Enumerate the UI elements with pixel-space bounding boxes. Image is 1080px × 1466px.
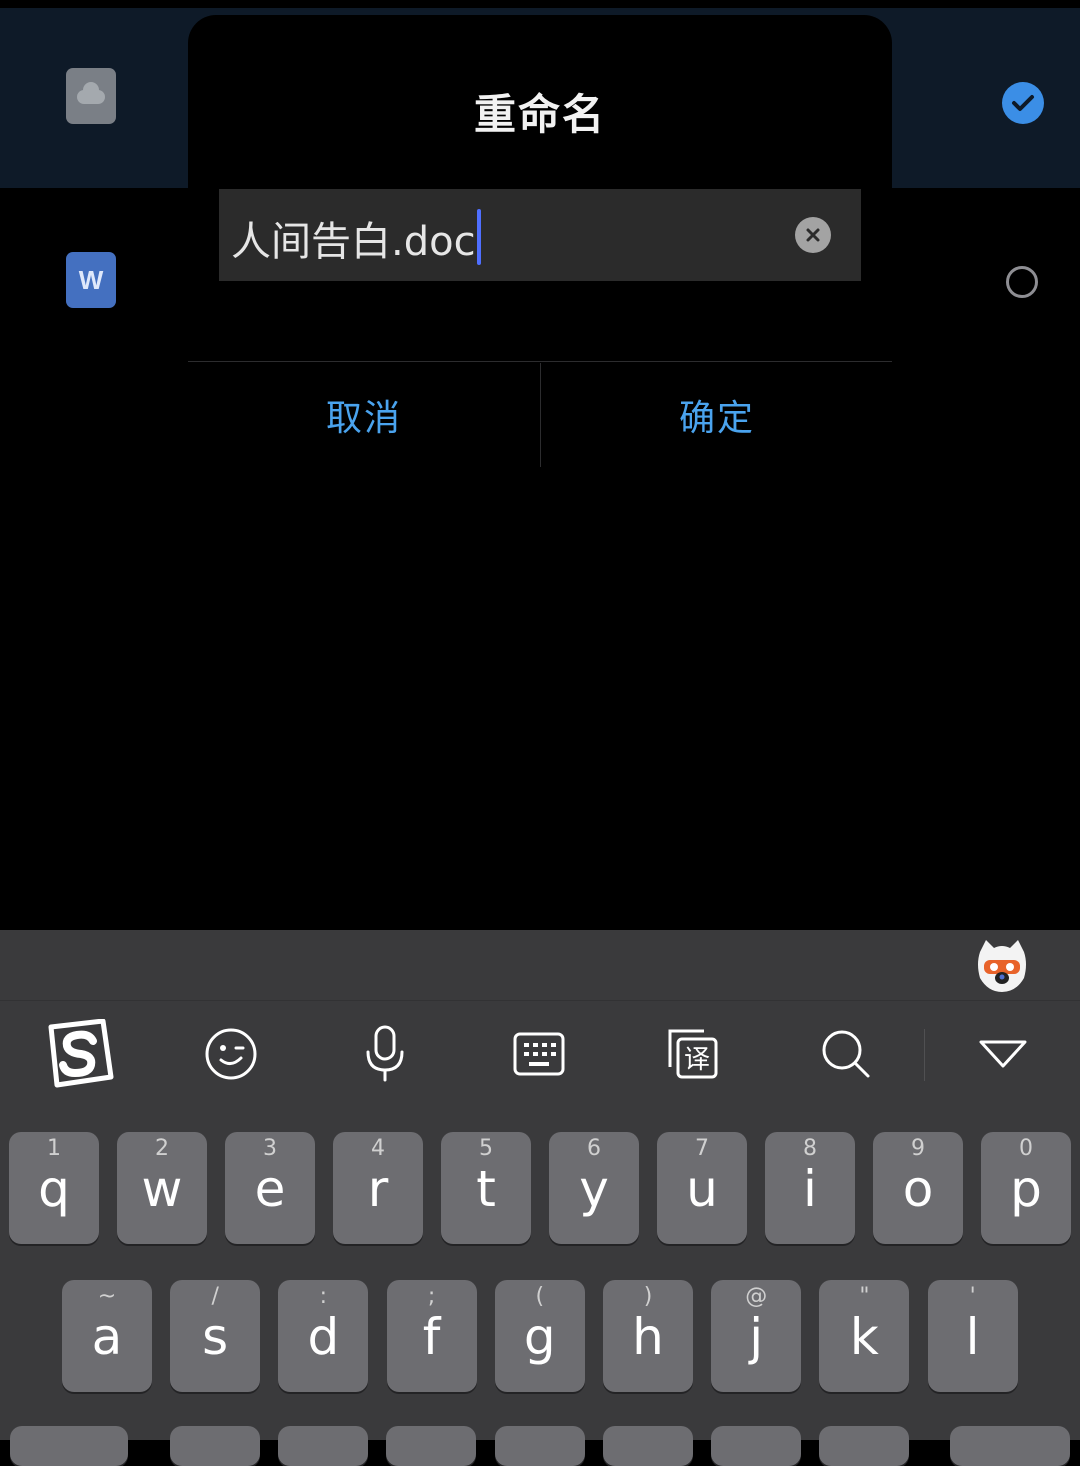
key-partial[interactable] [278, 1426, 368, 1466]
key-alt-label: 4 [371, 1136, 385, 1161]
translate-icon[interactable]: 译 [653, 1019, 733, 1089]
search-icon[interactable] [806, 1019, 886, 1089]
key-y[interactable]: 6y [549, 1132, 639, 1244]
filename-value[interactable]: 人间告白.doc [231, 209, 481, 267]
key-label: d [307, 1308, 340, 1366]
key-label: p [1010, 1160, 1042, 1218]
key-alt-label: 6 [587, 1136, 601, 1161]
translate-glyph: 译 [684, 1045, 710, 1075]
key-alt-label: ' [969, 1284, 976, 1309]
key-label: g [523, 1308, 556, 1366]
cloud-file-icon [66, 68, 116, 124]
confirm-button[interactable]: 确定 [541, 363, 893, 467]
key-a[interactable]: ~ a [62, 1280, 152, 1392]
key-alt-label: 0 [1019, 1136, 1033, 1161]
checked-circle-icon[interactable] [1002, 82, 1044, 124]
key-alt-label: / [211, 1284, 219, 1309]
key-partial[interactable] [603, 1426, 693, 1466]
key-alt-label: ; [427, 1284, 436, 1309]
key-w[interactable]: 2w [117, 1132, 207, 1244]
key-label: i [803, 1160, 817, 1218]
keyboard-layout-icon[interactable] [499, 1019, 579, 1089]
key-alt-label: 5 [479, 1136, 493, 1161]
text-caret [476, 209, 481, 265]
key-p[interactable]: 0p [981, 1132, 1071, 1244]
key-label: f [422, 1308, 441, 1366]
key-alt-label: ) [643, 1284, 653, 1309]
key-label: j [749, 1308, 764, 1366]
key-u[interactable]: 7u [657, 1132, 747, 1244]
key-h[interactable]: ) h [603, 1280, 693, 1392]
key-label: k [849, 1308, 879, 1366]
key-partial[interactable] [950, 1426, 1070, 1466]
key-q[interactable]: 1q [9, 1132, 99, 1244]
key-partial[interactable] [386, 1426, 476, 1466]
key-partial[interactable] [10, 1426, 128, 1466]
key-d[interactable]: :d [278, 1280, 369, 1392]
unchecked-circle-icon[interactable] [1006, 266, 1038, 298]
sogou-logo-icon[interactable] [38, 1019, 118, 1089]
key-e[interactable]: 3e [225, 1132, 315, 1244]
key-label: h [632, 1308, 664, 1366]
key-alt-label: 7 [695, 1136, 709, 1161]
key-s[interactable]: / s [170, 1280, 261, 1392]
toolbar-separator [924, 1029, 925, 1081]
filename-input[interactable]: 人间告白.doc [219, 189, 861, 281]
key-alt-label: ( [535, 1284, 545, 1309]
key-l[interactable]: ' l [927, 1280, 1018, 1392]
close-icon [806, 228, 820, 242]
key-alt-label: : [319, 1284, 328, 1309]
emoji-icon[interactable] [191, 1019, 271, 1089]
key-partial[interactable] [711, 1426, 801, 1466]
microphone-icon[interactable] [345, 1019, 425, 1089]
rename-dialog: 重命名 人间告白.doc 取消 确定 [188, 15, 892, 467]
key-alt-label: 9 [911, 1136, 925, 1161]
key-label: r [367, 1160, 389, 1218]
keyboard-keys: 1 q 2 w 3 e 4 r 5 t 6 y 7 u 8 i 9 o 0 p ~ a / s: d; f(g) h @ j " k ' l [0, 1104, 1080, 1466]
key-f[interactable]: ; f [386, 1280, 477, 1392]
key-alt-label: ~ [97, 1284, 117, 1309]
key-j[interactable]: @ j [711, 1280, 802, 1392]
key-alt-label: 2 [155, 1136, 169, 1161]
key-alt-label: 8 [803, 1136, 817, 1161]
key-alt-label: 1 [47, 1136, 61, 1161]
key-partial[interactable] [170, 1426, 260, 1466]
clear-input-button[interactable] [795, 217, 831, 253]
key-label: y [579, 1160, 609, 1218]
key-g[interactable]: (g [494, 1280, 585, 1392]
key-alt-label: " [859, 1284, 870, 1309]
word-doc-icon: W [66, 252, 116, 308]
key-alt-label: @ [745, 1284, 768, 1309]
key-label: w [141, 1160, 183, 1218]
key-t[interactable]: 5t [441, 1132, 531, 1244]
key-o[interactable]: 9o [873, 1132, 963, 1244]
dialog-divider [188, 361, 892, 362]
key-label: t [476, 1160, 496, 1218]
key-partial[interactable] [819, 1426, 909, 1466]
key-label: l [965, 1308, 980, 1366]
key-label: q [38, 1160, 70, 1218]
key-label: a [91, 1308, 123, 1366]
keyboard-toolbar: 译 [0, 1000, 1080, 1105]
dialog-title: 重命名 [473, 90, 606, 139]
key-label: u [686, 1160, 718, 1218]
key-k[interactable]: " k [819, 1280, 910, 1392]
key-label: e [254, 1160, 286, 1218]
key-i[interactable]: 8i [765, 1132, 855, 1244]
key-partial[interactable] [495, 1426, 585, 1466]
mascot-icon[interactable] [976, 938, 1028, 994]
key-label: o [902, 1160, 934, 1218]
key-label: s [202, 1308, 229, 1366]
key-r[interactable]: 4r [333, 1132, 423, 1244]
cancel-button[interactable]: 取消 [188, 363, 540, 467]
collapse-keyboard-icon[interactable] [963, 1019, 1043, 1089]
candidate-bar [0, 930, 1080, 1000]
key-alt-label: 3 [263, 1136, 277, 1161]
